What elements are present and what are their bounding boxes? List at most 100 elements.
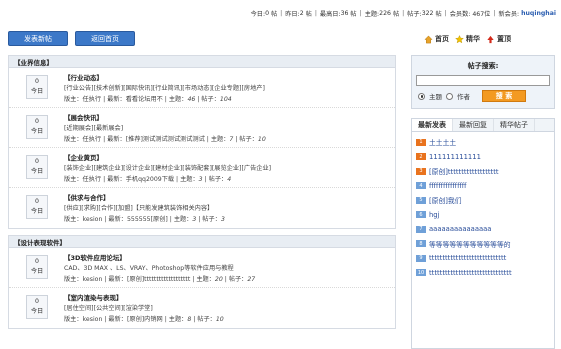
radio-author[interactable] [446, 92, 453, 100]
star-icon [455, 34, 464, 43]
subforum-links[interactable]: [供应][求购][合作][加盟]【只能发建筑装饰相关内容】 [64, 203, 213, 212]
post-count: 104 [219, 96, 232, 103]
search-box: 帖子搜索: 主题 作者 搜 索 [411, 55, 555, 109]
list-item[interactable]: 7 aaaaaaaaaaaaaaa [416, 222, 550, 237]
radio-topic[interactable] [418, 92, 425, 100]
latest-post-link[interactable]: [原创]ttttttttttttttttttt [127, 276, 190, 283]
post-link[interactable]: ffffffffffffffff [429, 182, 466, 190]
list-item[interactable]: 1 土土土土 [416, 135, 550, 150]
forum-row: 0 今日 【室内渲染与表现】 [居住空间][公共空间][渲染学堂] 版主：kesi… [9, 288, 395, 328]
latest-post-link[interactable]: 手机qq2009下载 [126, 176, 174, 183]
rank-badge: 10 [416, 269, 426, 277]
tab-replies[interactable]: 最新回复 [453, 119, 494, 131]
top-link[interactable]: 置顶 [486, 34, 511, 44]
newest-member-link[interactable]: huqinghai [521, 10, 556, 17]
forum-title-link[interactable]: 【展会快讯】 [64, 112, 103, 122]
topics-label: 主题： [180, 176, 199, 183]
forum-title-link[interactable]: 【室内渲染与表现】 [64, 292, 123, 302]
today-count-value: 0 [35, 298, 39, 305]
moderator[interactable]: 版主：任执行 [64, 96, 101, 103]
post-link[interactable]: 111111111111 [429, 153, 481, 161]
home-icon [424, 35, 433, 43]
post-link[interactable]: ttttttttttttttttttttttttttttt [429, 254, 506, 262]
today-post-count: 0 今日 [26, 255, 48, 279]
divider: | [280, 9, 283, 17]
post-link[interactable]: [原创]我们 [429, 195, 462, 205]
moderator[interactable]: 版主：kesion [64, 216, 102, 223]
post-link[interactable]: ttttttttttttttttttttttttttttttt [429, 269, 512, 277]
forum-description: CAD、3D MAX 、LS、VRAY、Photoshop等软件应用与教程 [64, 265, 234, 272]
latest-label: 最新： [107, 136, 126, 143]
stat-members-value: 467位 [472, 10, 491, 18]
list-item[interactable]: 3 [原创]ttttttttttttttttttt [416, 164, 550, 179]
search-input[interactable] [416, 75, 550, 86]
elite-link[interactable]: 精华 [455, 34, 480, 44]
list-item[interactable]: 10 ttttttttttttttttttttttttttttttt [416, 266, 550, 281]
subforum-links[interactable]: [居住空间][公共空间][渲染学堂] [64, 303, 153, 312]
topics-label: 主题： [173, 216, 193, 223]
topics-label: 主题： [210, 136, 230, 143]
moderator[interactable]: 版主：kesion [64, 276, 102, 283]
latest-post-link[interactable]: [原创]内销网 [127, 316, 163, 323]
subforum-links[interactable]: [近期展会][最新展会] [64, 123, 123, 132]
post-link[interactable]: [原创]ttttttttttttttttttt [429, 166, 499, 176]
stat-posts-value: 322 [421, 9, 434, 17]
stat-max-value: 36 [340, 9, 349, 17]
today-count-value: 0 [35, 258, 39, 265]
forum-row: 0 今日 【行业动态】 [行业公告][技术创新][国际快讯][行业简讯][市场动态… [9, 68, 395, 108]
section-header: 【业界信息】 [9, 56, 395, 68]
latest-post-link[interactable]: 555555[原创] [127, 216, 168, 223]
post-link[interactable]: hgj [429, 211, 440, 219]
forum-row: 0 今日 【企业黄页】 [装饰企业][建筑企业][设计企业][建材企业][装饰配套… [9, 148, 395, 188]
today-label: 今日 [30, 308, 44, 315]
forum-meta: 版主：kesion | 最新：[原创]内销网 | 主题：8 | 帖子：10 [64, 316, 224, 323]
list-item[interactable]: 4 ffffffffffffffff [416, 179, 550, 194]
forum-title-link[interactable]: 【企业黄页】 [64, 152, 103, 162]
moderator[interactable]: 版主：kesion [64, 316, 102, 323]
post-count: 10 [257, 136, 266, 143]
list-item[interactable]: 2 111111111111 [416, 150, 550, 165]
stat-max-unit: 帖 [350, 10, 357, 18]
new-post-button[interactable]: 发表新帖 [8, 31, 68, 46]
posts-label: 帖子： [208, 176, 228, 183]
post-link[interactable]: aaaaaaaaaaaaaaa [429, 225, 491, 233]
posts-label: 帖子： [197, 316, 216, 323]
subforum-links[interactable]: [行业公告][技术创新][国际快讯][行业简讯][市场动态][企业专题][房地产… [64, 83, 265, 92]
today-post-count: 0 今日 [26, 195, 48, 219]
topics-label: 主题： [196, 276, 215, 283]
post-link[interactable]: 土土土土 [429, 137, 456, 147]
post-link[interactable]: 等等等等等等等等等等等的 [429, 239, 511, 249]
today-count-value: 0 [35, 118, 39, 125]
moderator[interactable]: 版主：任执行 [64, 136, 101, 143]
moderator[interactable]: 版主：任执行 [64, 176, 101, 183]
forum-meta: 版主：任执行 | 最新：手机qq2009下载 | 主题：3 | 帖子：4 [64, 176, 232, 183]
back-home-button[interactable]: 返回首页 [75, 31, 135, 46]
home-link[interactable]: 首页 [424, 34, 449, 44]
forum-row: 0 今日 【供求与合作】 [供应][求购][合作][加盟]【只能发建筑装饰相关内容… [9, 188, 395, 228]
home-label: 首页 [435, 35, 449, 43]
radio-topic-label: 主题 [429, 93, 442, 101]
tab-elite[interactable]: 精华帖子 [494, 119, 535, 131]
topics-label: 主题： [168, 316, 188, 323]
latest-posts-panel: 最新发表 最新回复 精华帖子 1 土土土土 2 111111111111 3 [原创]… [411, 118, 555, 349]
latest-post-link[interactable]: [推荐]测试测试测试测试测试 [126, 136, 205, 143]
section-industry: 【业界信息】 0 今日 【行业动态】 [行业公告][技术创新][国际快讯][行业简… [8, 55, 396, 229]
list-item[interactable]: 6 hgj [416, 208, 550, 223]
posts-label: 帖子： [201, 96, 220, 103]
forum-meta: 版主：任执行 | 最新：[推荐]测试测试测试测试测试 | 主题：7 | 帖子：1… [64, 136, 266, 143]
tab-latest[interactable]: 最新发表 [412, 119, 453, 131]
divider: | [444, 9, 447, 17]
forum-title-link[interactable]: 【行业动态】 [64, 72, 103, 82]
forum-row: 0 今日 【3D软件应用论坛】 CAD、3D MAX 、LS、VRAY、Photo… [9, 248, 395, 288]
forum-title-link[interactable]: 【供求与合作】 [64, 192, 110, 202]
today-post-count: 0 今日 [26, 75, 48, 99]
subforum-links[interactable]: [装饰企业][建筑企业][设计企业][建材企业][装饰配套][展览企业][广告企… [64, 163, 271, 172]
list-item[interactable]: 9 ttttttttttttttttttttttttttttt [416, 251, 550, 266]
list-item[interactable]: 5 [原创]我们 [416, 193, 550, 208]
divider: | [402, 9, 405, 17]
search-button[interactable]: 搜 索 [482, 90, 526, 102]
list-item[interactable]: 8 等等等等等等等等等等等的 [416, 237, 550, 252]
forum-title-link[interactable]: 【3D软件应用论坛】 [64, 252, 126, 262]
latest-post-link[interactable]: 看看论坛用不 [126, 96, 163, 103]
topic-count: 3 [192, 216, 197, 223]
